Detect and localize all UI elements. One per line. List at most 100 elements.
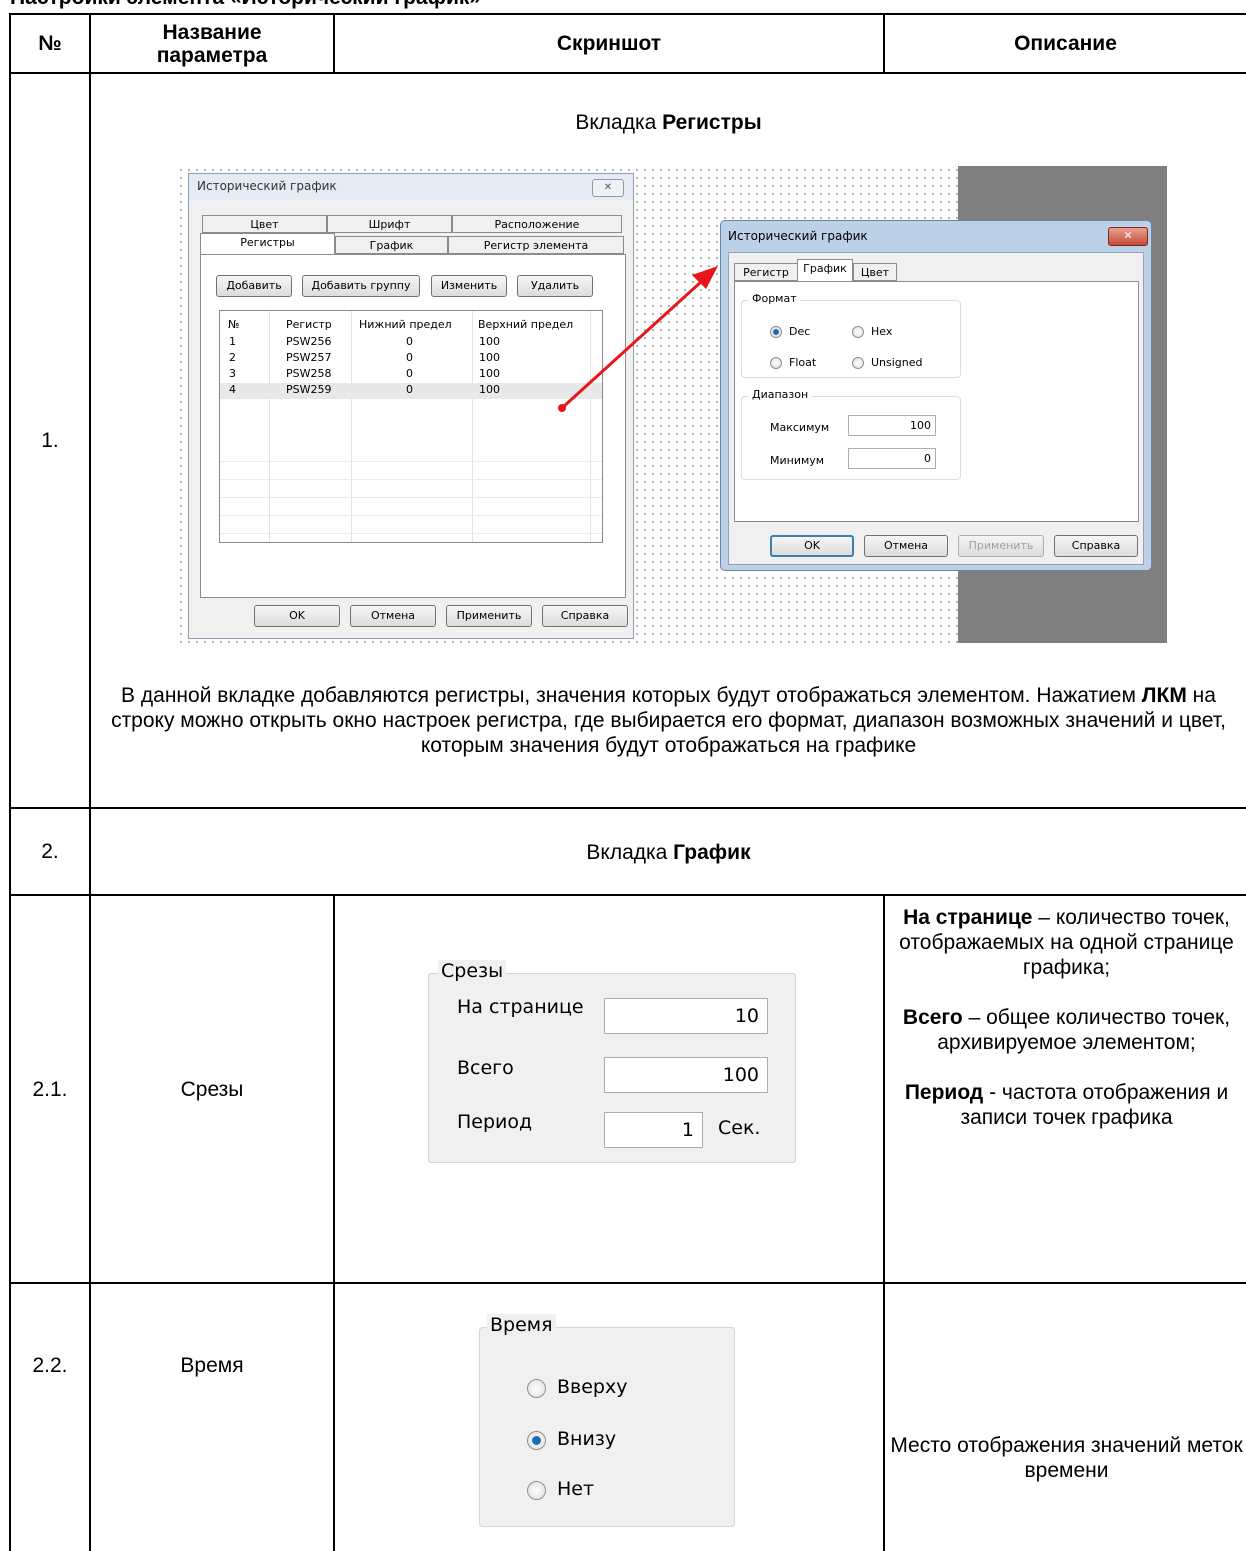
row2-num: 2. <box>41 840 59 863</box>
row1-num: 1. <box>41 428 59 452</box>
help-button[interactable]: Справка <box>1054 535 1138 557</box>
close-icon[interactable]: ✕ <box>1108 227 1148 246</box>
radio-dec-label: Dec <box>789 325 811 338</box>
row2-title-plain: Вкладка <box>586 841 674 864</box>
format-label: Формат <box>749 292 800 305</box>
grid-line <box>220 479 602 480</box>
grid-line <box>220 461 602 462</box>
desc-period-text: - частота отображения и записи точек гра… <box>960 1081 1229 1129</box>
radio-none[interactable] <box>527 1481 546 1500</box>
cancel-button[interactable]: Отмена <box>350 605 436 627</box>
period-unit: Сек. <box>718 1117 761 1139</box>
dialog-title: Исторический график <box>197 179 337 193</box>
tab-color[interactable]: Цвет <box>202 215 327 233</box>
arrow-tail-dot <box>558 404 566 412</box>
radio-float-label: Float <box>789 356 817 369</box>
min-input[interactable]: 0 <box>848 448 936 469</box>
desc-per-page-bold: На странице <box>903 906 1033 929</box>
row22-num: 2.2. <box>11 1284 89 1551</box>
tab-color[interactable]: Цвет <box>853 263 897 281</box>
tab-element-register[interactable]: Регистр элемента <box>448 236 624 254</box>
apply-button: Применить <box>958 535 1044 557</box>
arrow-line <box>560 279 704 410</box>
cell-num: 4 <box>229 383 236 396</box>
desc-total: Всего – общее количество точек, архивиру… <box>890 1005 1243 1055</box>
ok-button[interactable]: OK <box>770 535 854 557</box>
close-icon[interactable]: ✕ <box>592 179 624 197</box>
row2-title-bold: График <box>673 841 751 864</box>
radio-float[interactable] <box>770 357 782 369</box>
tab-location[interactable]: Расположение <box>452 215 622 233</box>
cell-upper: 100 <box>479 383 500 396</box>
tab-graph-active[interactable]: График <box>797 259 853 282</box>
radio-unsigned-label: Unsigned <box>871 356 923 369</box>
ok-button[interactable]: OK <box>254 605 340 627</box>
cell-register: PSW258 <box>286 367 332 380</box>
radio-unsigned[interactable] <box>852 357 864 369</box>
header-desc: Описание <box>1014 32 1117 55</box>
tab-font[interactable]: Шрифт <box>327 215 452 233</box>
row1-bottom-border <box>9 807 1246 809</box>
range-label: Диапазон <box>749 388 812 401</box>
radio-hex[interactable] <box>852 326 864 338</box>
cell-register: PSW256 <box>286 335 332 348</box>
grid-line <box>220 533 602 534</box>
tab-graph[interactable]: График <box>335 236 448 254</box>
row22-num-text: 2.2. <box>32 1354 68 1377</box>
row1-title-bold: Регистры <box>662 111 762 134</box>
total-input[interactable]: 100 <box>604 1057 768 1093</box>
cancel-button[interactable]: Отмена <box>864 535 948 557</box>
col-header-register[interactable]: Регистр <box>286 318 332 331</box>
desc-period: Период - частота отображения и записи то… <box>890 1080 1243 1130</box>
cell-num: 2 <box>229 351 236 364</box>
header-bottom-border <box>9 72 1246 74</box>
header-screenshot: Скриншот <box>556 32 662 55</box>
col-header-num[interactable]: № <box>228 318 239 331</box>
header-name: Название параметра <box>156 20 268 67</box>
red-arrow <box>558 266 718 412</box>
row22-name: Время <box>91 1284 333 1551</box>
tab-register[interactable]: Регистр <box>734 263 798 281</box>
per-page-input[interactable]: 10 <box>604 998 768 1034</box>
dialog2-panel: Формат Dec Hex Float Unsigned Диапазон М… <box>734 281 1139 522</box>
radio-dec[interactable] <box>770 326 782 338</box>
col3-border <box>883 895 885 1551</box>
grid-line <box>220 497 602 498</box>
time-label: Время <box>487 1314 556 1336</box>
radio-none-label: Нет <box>557 1478 595 1500</box>
row1-title: Вкладка Регистры <box>91 110 1246 135</box>
radio-top[interactable] <box>527 1379 546 1398</box>
add-group-button[interactable]: Добавить группу <box>302 275 420 297</box>
total-label: Всего <box>457 1057 514 1079</box>
cell-lower: 0 <box>406 351 413 364</box>
row21-description: На странице – количество точек, отобража… <box>890 905 1243 1130</box>
desc-per-page: На странице – количество точек, отобража… <box>890 905 1243 980</box>
tab-registers[interactable]: Регистры <box>200 233 335 255</box>
row1-desc-bold: ЛКМ <box>1141 684 1187 707</box>
max-label: Максимум <box>770 421 830 434</box>
header-num: № <box>38 32 62 55</box>
grid-line <box>220 515 602 516</box>
desc-period-bold: Период <box>904 1081 984 1104</box>
row22-description: Место отображения значений меток времени <box>890 1434 1243 1482</box>
help-button[interactable]: Справка <box>542 605 628 627</box>
add-button[interactable]: Добавить <box>216 275 292 297</box>
radio-bottom[interactable] <box>527 1431 546 1450</box>
radio-bottom-label: Внизу <box>557 1428 617 1450</box>
edit-button[interactable]: Изменить <box>431 275 507 297</box>
col2-border <box>333 895 335 1551</box>
period-input[interactable]: 1 <box>604 1112 703 1148</box>
cell-lower: 0 <box>406 335 413 348</box>
desc-total-bold: Всего <box>902 1006 963 1029</box>
max-input[interactable]: 100 <box>848 415 936 436</box>
min-label: Минимум <box>770 454 825 467</box>
desc-total-text: – общее количество точек, архивируемое э… <box>937 1006 1231 1054</box>
row1-desc-part1: В данной вкладке добавляются регистры, з… <box>121 684 1142 707</box>
slices-label: Срезы <box>438 960 507 982</box>
col-header-lower[interactable]: Нижний предел <box>359 318 452 331</box>
cell-upper: 100 <box>479 367 500 380</box>
apply-button[interactable]: Применить <box>446 605 532 627</box>
radio-hex-label: Hex <box>871 325 893 338</box>
row21-name: Срезы <box>180 1077 244 1101</box>
cell-register: PSW259 <box>286 383 332 396</box>
